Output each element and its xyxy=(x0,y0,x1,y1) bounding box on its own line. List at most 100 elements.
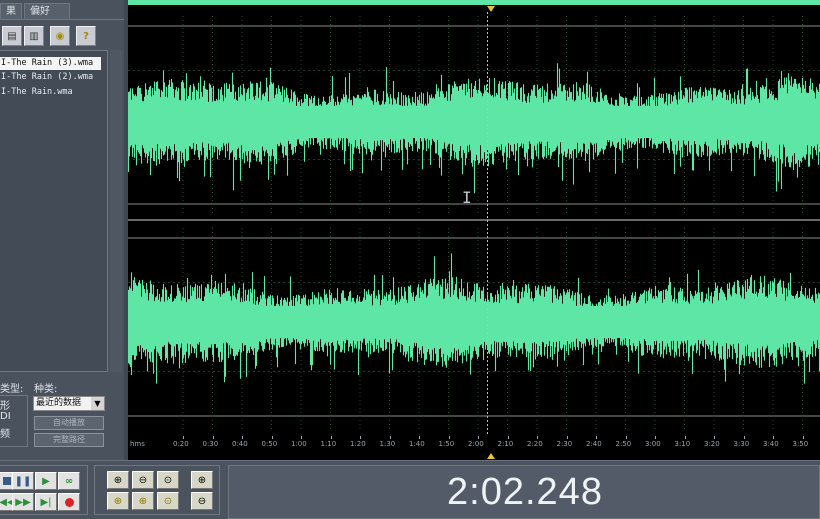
ruler-tick-mark xyxy=(330,436,332,439)
zoom-in-button[interactable]: ⊕ xyxy=(107,471,129,489)
zoom-selection-button[interactable]: ⊙ xyxy=(157,492,179,510)
list-item[interactable]: I-The Rain (2).wma xyxy=(0,71,93,84)
speaker-icon: ◉ xyxy=(55,30,65,42)
zoom-left-button[interactable]: ⊕ xyxy=(107,492,129,510)
ruler-tick-label: 3:50 xyxy=(792,440,809,448)
full-path-button[interactable]: 完整路径 xyxy=(34,433,104,447)
zoom-out-full-icon: ⊖ xyxy=(197,495,207,507)
zoom-full-button[interactable]: ⊙ xyxy=(157,471,179,489)
time-display: 2:02.248 xyxy=(447,471,603,513)
zoom-full-icon: ⊙ xyxy=(163,474,173,486)
zoom-right-icon: ⊕ xyxy=(138,495,148,507)
chevron-down-icon: ▼ xyxy=(91,397,104,410)
zoom-in-vertical-button[interactable]: ⊕ xyxy=(191,471,213,489)
ruler-tick-mark xyxy=(448,436,450,439)
ruler-tick-label: 3:20 xyxy=(704,440,720,448)
ruler-tick-mark xyxy=(478,436,479,439)
type-option[interactable]: 形 xyxy=(0,397,10,412)
ruler-tick-mark xyxy=(655,436,656,439)
tab-effects[interactable]: 果 xyxy=(0,3,22,19)
ruler-tick-label: 1:30 xyxy=(379,440,396,448)
skip-end-button[interactable]: ▶| xyxy=(35,493,57,511)
playhead-top-marker[interactable] xyxy=(487,6,495,12)
waveform-body xyxy=(128,306,820,338)
ruler-tick-mark xyxy=(360,436,361,439)
zoom-in-selection-icon: ⊕ xyxy=(197,474,207,486)
ruler-tick-mark xyxy=(684,436,686,439)
ruler-tick-label: 1:00 xyxy=(291,440,307,448)
play-icon: ▶ xyxy=(42,475,50,487)
ruler-tick-mark xyxy=(537,436,538,439)
playhead-bottom-marker[interactable] xyxy=(487,453,495,459)
ruler-tick-mark xyxy=(773,436,774,439)
list-item[interactable]: I-The Rain (3).wma xyxy=(0,57,101,70)
help-icon: ? xyxy=(83,30,89,42)
ruler-tick-label: 1:50 xyxy=(438,440,455,448)
zoom-in-icon: ⊕ xyxy=(113,474,123,486)
pause-icon: ❚❚ xyxy=(14,475,32,487)
ruler-tick-mark xyxy=(714,436,715,439)
ruler-tick-mark xyxy=(242,436,243,439)
close-file-button[interactable]: ▥ xyxy=(24,26,44,46)
ruler-tick-label: 3:00 xyxy=(645,440,661,448)
zoom-out-icon: ⊖ xyxy=(138,474,148,486)
play-button[interactable]: ▶ xyxy=(35,472,57,490)
zoom-left-icon: ⊕ xyxy=(113,495,123,507)
ruler-tick-mark xyxy=(389,436,391,439)
ruler-tick-label: 2:40 xyxy=(586,440,602,448)
ruler-tick-mark xyxy=(596,436,597,439)
type-option[interactable]: 频 xyxy=(0,425,10,440)
transport-controls: ❚❚ ▶ ∞ ◀◀ ▶▶ ▶| xyxy=(0,465,88,515)
type-option[interactable]: DI xyxy=(0,411,11,422)
kind-select-value: 最近的数据 xyxy=(36,398,82,408)
list-item[interactable]: I-The Rain.wma xyxy=(0,86,73,99)
loop-button[interactable]: ∞ xyxy=(58,472,80,490)
ruler-tick-mark xyxy=(271,436,273,439)
ruler-tick-label: 0:30 xyxy=(202,440,219,448)
ruler-tick-label: 2:00 xyxy=(468,440,484,448)
kind-label: 种类: xyxy=(34,384,58,395)
waveform-view[interactable]: hms 0:20 0:30 0:40 0:50 1:00 1:10 1:20 1:30 1:40… xyxy=(128,0,820,460)
stop-icon xyxy=(3,477,11,485)
ruler-tick-mark xyxy=(419,436,420,439)
record-button[interactable] xyxy=(58,493,80,511)
open-icon: ▤ xyxy=(7,30,17,42)
file-list-scrollbar[interactable] xyxy=(110,50,122,372)
ruler-tick-label: 3:10 xyxy=(674,440,691,448)
ruler-tick-label: 0:20 xyxy=(173,440,189,448)
tab-divider xyxy=(0,19,124,20)
zoom-controls: ⊕ ⊖ ⊙ ⊕ ⊕ ⊕ ⊙ ⊖ xyxy=(94,465,220,515)
zoom-right-button[interactable]: ⊕ xyxy=(132,492,154,510)
ruler-tick-label: 3:40 xyxy=(763,440,779,448)
open-file-button[interactable]: ▤ xyxy=(2,26,22,46)
auto-play-button[interactable]: 自动播放 xyxy=(34,416,104,430)
waveform-canvas[interactable] xyxy=(128,0,820,460)
help-button[interactable]: ? xyxy=(76,26,96,46)
ruler-tick-mark xyxy=(212,436,214,439)
time-display-panel: 2:02.248 xyxy=(228,465,820,519)
pause-button[interactable]: ❚❚ xyxy=(12,472,34,490)
loop-icon: ∞ xyxy=(64,475,74,487)
ruler-tick-mark xyxy=(183,436,184,439)
zoom-out-button[interactable]: ⊖ xyxy=(132,471,154,489)
close-file-icon: ▥ xyxy=(29,30,39,42)
ruler-tick-label: 2:10 xyxy=(497,440,514,448)
zoom-out-vertical-button[interactable]: ⊖ xyxy=(191,492,213,510)
fast-forward-button[interactable]: ▶▶ xyxy=(12,493,34,511)
tab-favorites[interactable]: 偏好 xyxy=(24,3,70,19)
ruler-tick-mark xyxy=(625,436,627,439)
record-icon xyxy=(64,497,74,507)
time-ruler-unit: hms xyxy=(130,440,145,448)
fast-forward-icon: ▶▶ xyxy=(15,496,31,508)
autoplay-button[interactable]: ◉ xyxy=(50,26,70,46)
kind-select[interactable]: 最近的数据 ▼ xyxy=(33,396,105,411)
time-ruler: hms 0:20 0:30 0:40 0:50 1:00 1:10 1:20 1:30 1:40… xyxy=(128,436,820,453)
file-panel: 果 偏好 ▤ ▥ ◉ ? I-The Rain (3).wma I-The Ra… xyxy=(0,0,124,460)
ruler-tick-mark xyxy=(507,436,509,439)
ruler-tick-label: 2:30 xyxy=(556,440,573,448)
zoom-selection-icon: ⊙ xyxy=(163,495,173,507)
ruler-tick-label: 0:50 xyxy=(261,440,278,448)
type-label: 类型: xyxy=(0,384,24,395)
ruler-tick-label: 1:10 xyxy=(320,440,337,448)
ruler-tick-label: 0:40 xyxy=(232,440,248,448)
